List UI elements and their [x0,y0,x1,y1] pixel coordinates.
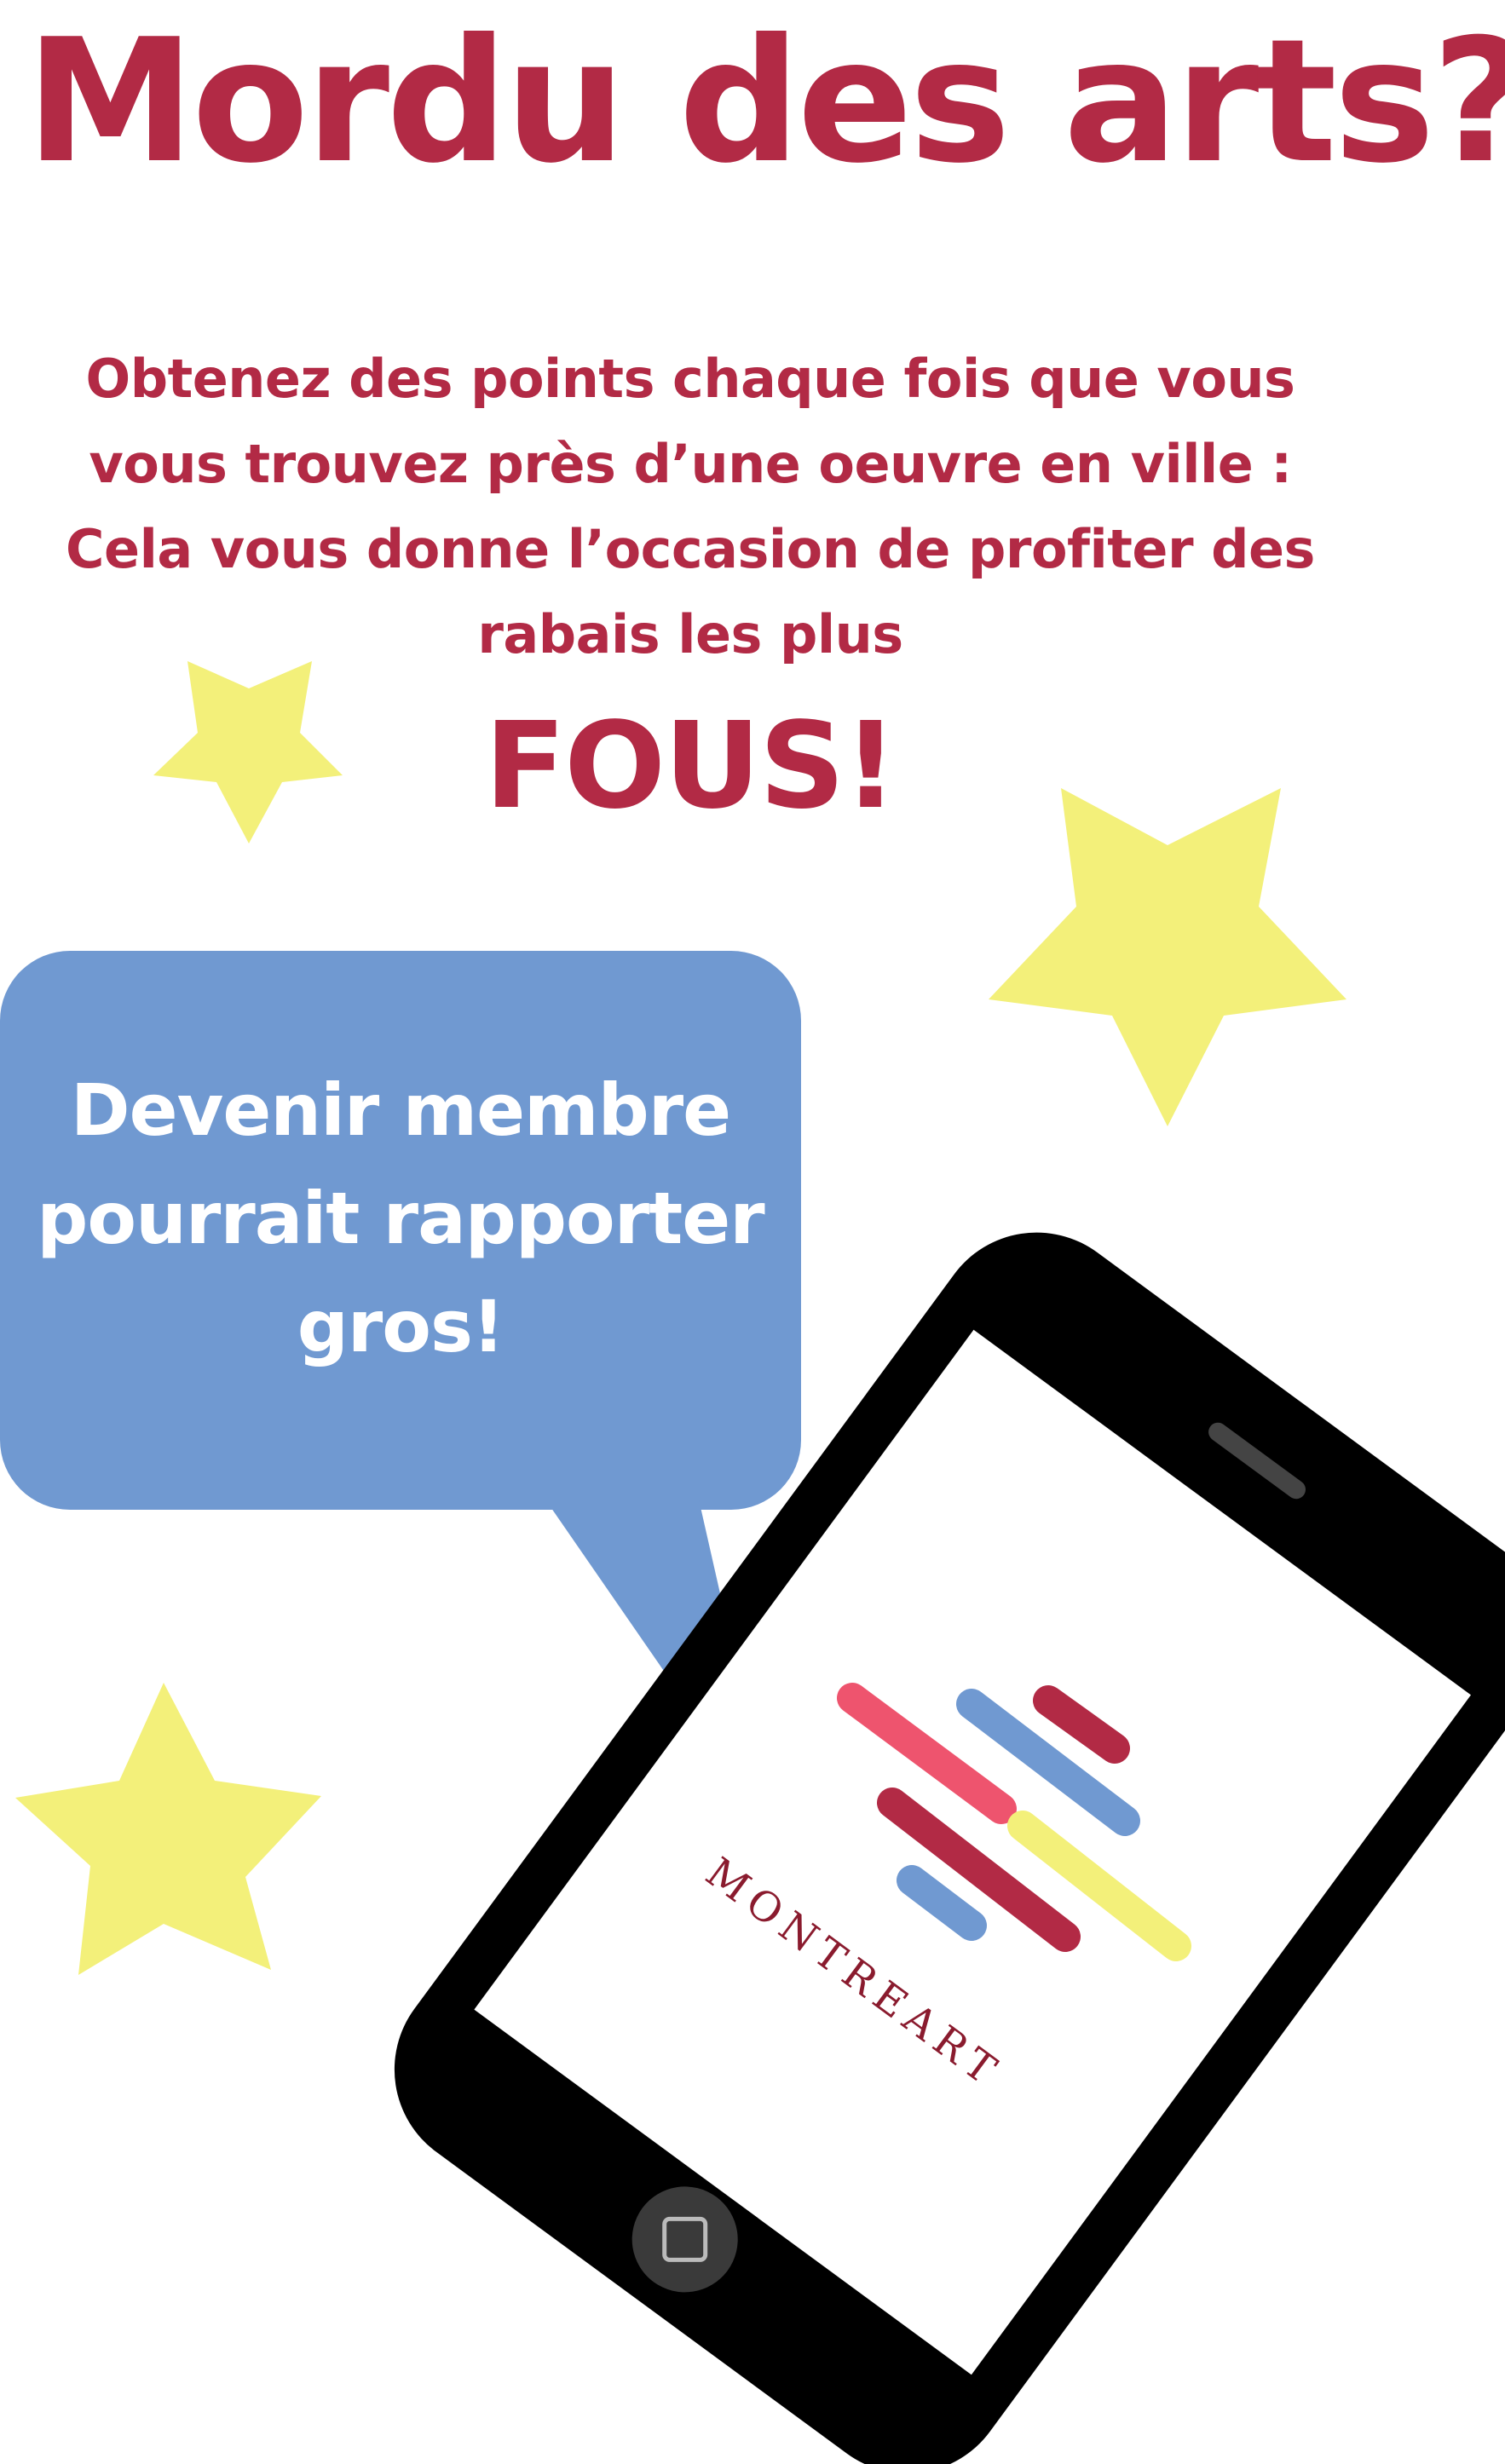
speech-bubble-text: Devenir membre pourrait rapporter gros! [0,1056,801,1381]
star-icon [15,1683,321,1975]
star-icon [989,788,1346,1126]
bubble-line: gros! [297,1285,505,1368]
star-icon [153,661,343,843]
bubble-line: Devenir membre [70,1068,731,1152]
bubble-line: pourrait rapporter [37,1177,764,1260]
